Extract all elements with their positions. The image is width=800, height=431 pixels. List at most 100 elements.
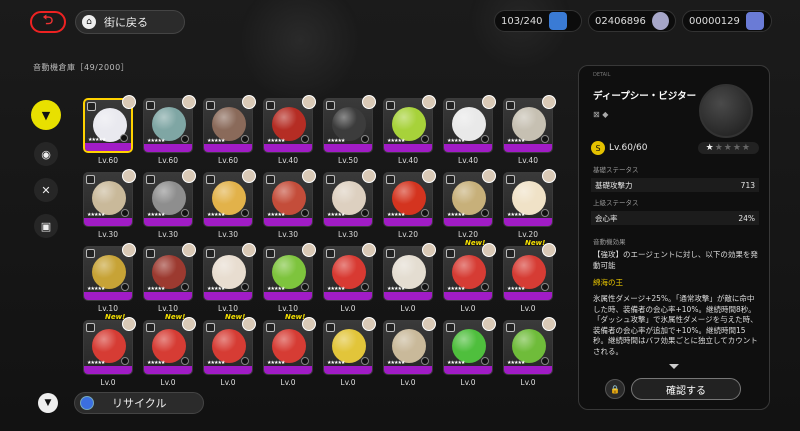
equipped-agent-avatar (362, 169, 376, 183)
rarity-bar (504, 144, 552, 152)
lock-icon (481, 135, 489, 143)
top-bar: ⮌ ⌂ 街に戻る 103/240 02406896 00000129 (0, 0, 800, 42)
equipped-agent-avatar (122, 243, 136, 257)
recycle-button[interactable]: リサイクル (74, 392, 204, 414)
w-engine-card[interactable]: ★★★★★ Lv.40 (383, 95, 436, 168)
w-engine-card[interactable]: ★★★★★ Lv.0 (383, 243, 436, 316)
rank-s-icon: S (591, 141, 605, 155)
w-engine-card[interactable]: ★★★★★ Lv.40 (503, 95, 556, 168)
specialty-icon (146, 249, 155, 258)
rank-icon: ◆ (602, 110, 609, 119)
w-engine-card[interactable]: ★★★★★ Lv.0 New! (443, 239, 496, 316)
w-engine-card[interactable]: ★★★★★ Lv.20 (503, 169, 556, 242)
specialty-icon (146, 101, 155, 110)
card-level: Lv.60 (158, 156, 178, 165)
nav-bangboo-tab[interactable]: ▣ (34, 214, 58, 238)
w-engine-card[interactable]: ★★★★★ Lv.30 (83, 169, 136, 242)
card-level: Lv.20 (518, 230, 538, 239)
equipped-agent-avatar (242, 243, 256, 257)
w-engine-card[interactable]: ★★★★★ Lv.40 (443, 95, 496, 168)
nav-disc-tab[interactable]: ◉ (34, 142, 58, 166)
w-engine-card[interactable]: ★★★★★ Lv.0 (383, 317, 436, 385)
w-engine-card[interactable]: ★★★★★ Lv.30 (323, 169, 376, 242)
lock-icon (481, 209, 489, 217)
rarity-bar (264, 366, 312, 374)
rarity-bar (84, 218, 132, 226)
w-engine-card[interactable]: ★★★★★ Lv.0 (323, 317, 376, 385)
w-engine-card[interactable]: ★★★★★ Lv.0 New! (143, 313, 196, 385)
rarity-bar (144, 144, 192, 152)
lock-icon (121, 357, 129, 365)
w-engine-portrait (699, 84, 753, 138)
w-engine-card[interactable]: ★★★★★ Lv.0 (443, 317, 496, 385)
w-engine-card[interactable]: ★★★★★ Lv.30 (263, 169, 316, 242)
rarity-bar (384, 218, 432, 226)
card-level: Lv.0 (160, 378, 176, 385)
advanced-stats-heading: 上級ステータス (593, 199, 639, 207)
card-level: Lv.50 (338, 156, 358, 165)
lock-icon (241, 357, 249, 365)
specialty-icon (506, 323, 515, 332)
specialty-icon (86, 249, 95, 258)
w-engine-card[interactable]: ★★★★★ Lv.20 (443, 169, 496, 242)
energy-counter[interactable]: 103/240 (494, 10, 582, 32)
return-to-town-button[interactable]: ⌂ 街に戻る (75, 10, 185, 34)
storage-title: 音動機倉庫［49/2000］ (33, 63, 130, 72)
nav-filter-tab[interactable]: ▼ (31, 100, 61, 130)
rarity-bar (444, 292, 492, 300)
back-button[interactable]: ⮌ (30, 11, 66, 33)
card-level: Lv.30 (218, 230, 238, 239)
nav-dismantle-tab[interactable]: ✕ (34, 178, 58, 202)
detail-tag: DETAIL (593, 72, 611, 78)
card-level: Lv.0 (400, 304, 416, 313)
new-badge: New! (285, 313, 306, 321)
specialty-icon (206, 101, 215, 110)
specialty-icon (146, 175, 155, 184)
lock-icon (301, 209, 309, 217)
w-engine-card[interactable]: ★★★★★ Lv.40 (263, 95, 316, 168)
card-level: Lv.20 (398, 230, 418, 239)
specialty-icon: ⊠ (593, 110, 600, 119)
advanced-stat-name: 会心率 (595, 213, 618, 223)
w-engine-card[interactable]: ★★★★★ Lv.0 (503, 317, 556, 385)
equipped-agent-avatar (302, 169, 316, 183)
w-engine-card[interactable]: ★★★★★ Lv.0 New! (203, 313, 256, 385)
w-engine-card[interactable]: ★★★★★ Lv.60 (83, 95, 136, 168)
level-row: S Lv.60/60 ★★★★★ (591, 139, 759, 157)
w-engine-card[interactable]: ★★★★★ Lv.0 New! (83, 313, 136, 385)
w-engine-card[interactable]: ★★★★★ Lv.50 (323, 95, 376, 168)
specialty-icon (146, 323, 155, 332)
rarity-bar (204, 292, 252, 300)
w-engine-card[interactable]: ★★★★★ Lv.30 (143, 169, 196, 242)
w-engine-grid: ★★★★★ Lv.60 ★★★★★ Lv.60 ★★★★★ Lv.60 ★★★★★ Lv.40… (80, 95, 560, 385)
lock-icon (301, 135, 309, 143)
w-engine-card[interactable]: ★★★★★ Lv.10 (203, 243, 256, 316)
confirm-button[interactable]: 確認する (631, 378, 741, 400)
w-engine-card[interactable]: ★★★★★ Lv.10 (263, 243, 316, 316)
rarity-bar (264, 218, 312, 226)
equipped-agent-avatar (362, 317, 376, 331)
specialty-icon (87, 102, 96, 111)
lock-icon (421, 357, 429, 365)
card-level: Lv.0 (340, 304, 356, 313)
specialty-icon (206, 249, 215, 258)
w-engine-card[interactable]: ★★★★★ Lv.0 (323, 243, 376, 316)
equipped-agent-avatar (122, 169, 136, 183)
w-engine-card[interactable]: ★★★★★ Lv.0 New! (503, 239, 556, 316)
w-engine-card[interactable]: ★★★★★ Lv.10 (83, 243, 136, 316)
w-engine-card[interactable]: ★★★★★ Lv.0 New! (263, 313, 316, 385)
w-engine-card[interactable]: ★★★★★ Lv.30 (203, 169, 256, 242)
polychrome-counter[interactable]: 00000129 (682, 10, 772, 32)
advanced-stat-value: 24% (738, 213, 755, 223)
specialty-icon (86, 323, 95, 332)
equipped-agent-avatar (542, 95, 556, 109)
sort-toggle-button[interactable]: ▼ (38, 393, 58, 413)
lock-icon (541, 357, 549, 365)
w-engine-card[interactable]: ★★★★★ Lv.10 (143, 243, 196, 316)
rarity-bar (324, 292, 372, 300)
w-engine-card[interactable]: ★★★★★ Lv.20 (383, 169, 436, 242)
lock-button[interactable]: 🔒 (605, 379, 625, 399)
w-engine-card[interactable]: ★★★★★ Lv.60 (203, 95, 256, 168)
dennies-counter[interactable]: 02406896 (588, 10, 676, 32)
w-engine-card[interactable]: ★★★★★ Lv.60 (143, 95, 196, 168)
